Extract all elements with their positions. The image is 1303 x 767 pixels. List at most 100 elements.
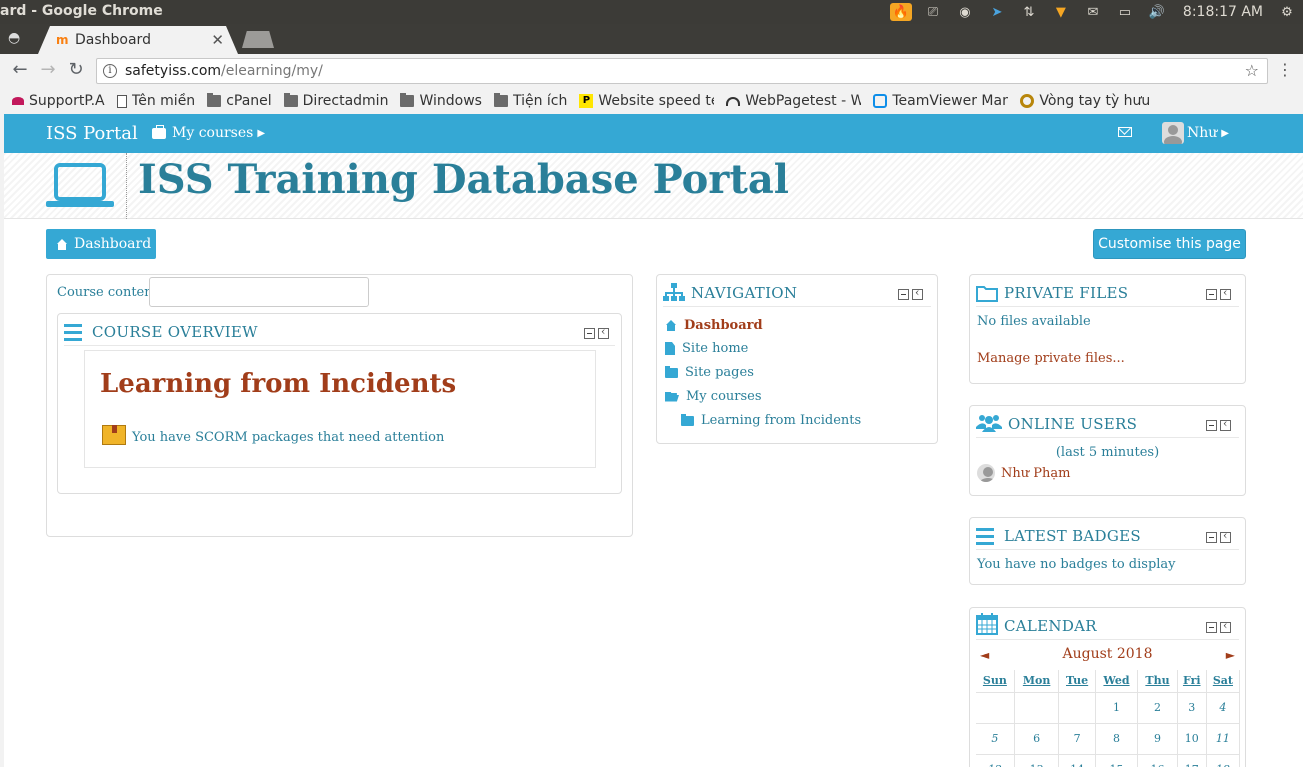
block-controls: [895, 286, 923, 300]
bookmark-item[interactable]: P Website speed te: [579, 93, 714, 109]
caret-right-icon: ▶: [257, 127, 266, 139]
chrome-menu-icon[interactable]: ⋮: [1277, 61, 1293, 79]
course-content-input[interactable]: [149, 277, 369, 307]
nav-item-site-pages[interactable]: Site pages: [665, 365, 754, 380]
telegram-icon[interactable]: ➤: [986, 3, 1008, 21]
calendar-day[interactable]: [976, 692, 1015, 724]
reload-icon[interactable]: ↻: [66, 60, 86, 80]
calendar-day[interactable]: 16: [1137, 754, 1178, 767]
bookmark-star-icon[interactable]: ☆: [1245, 61, 1259, 80]
list-icon: [976, 528, 998, 548]
clock[interactable]: 8:18:17 AM: [1183, 4, 1263, 20]
course-title-link[interactable]: Learning from Incidents: [100, 369, 456, 399]
system-tray: 🔥 ⎚ ◉ ➤ ⇅ ▼ ✉ ▭ 🔊 8:18:17 AM ⚙: [885, 0, 1303, 24]
manage-files-link[interactable]: Manage private files...: [977, 351, 1125, 366]
brand-link[interactable]: ISS Portal: [46, 123, 138, 144]
dock-icon[interactable]: [1220, 286, 1231, 300]
nav-item-course[interactable]: Learning from Incidents: [681, 413, 861, 428]
volume-icon[interactable]: 🔊: [1146, 3, 1168, 21]
tab-close-icon[interactable]: ✕: [211, 31, 224, 49]
home-icon: [56, 238, 68, 250]
dock-icon[interactable]: [1220, 417, 1231, 431]
new-tab-button[interactable]: [242, 31, 274, 48]
online-user-link[interactable]: Như Phạm: [1001, 466, 1070, 481]
calendar-day[interactable]: 14: [1058, 754, 1096, 767]
collapse-icon[interactable]: [898, 289, 909, 300]
calendar-day[interactable]: 9: [1137, 723, 1178, 755]
dock-icon[interactable]: [1220, 529, 1231, 543]
page-header: ISS Training Database Portal: [4, 153, 1303, 219]
address-bar[interactable]: i safetyiss.com/elearning/my/ ☆: [96, 58, 1268, 84]
collapse-icon[interactable]: [1206, 532, 1217, 543]
collapse-icon[interactable]: [1206, 622, 1217, 633]
weekday-header: Mon: [1014, 670, 1060, 693]
dashboard-button[interactable]: Dashboard: [46, 229, 156, 259]
weekday-header: Sat: [1206, 670, 1241, 693]
block-title: LATEST BADGES: [1004, 527, 1141, 545]
network-icon[interactable]: ⇅: [1018, 3, 1040, 21]
calendar-day[interactable]: 8: [1095, 723, 1139, 755]
scorm-notice-link[interactable]: You have SCORM packages that need attent…: [132, 430, 444, 445]
collapse-icon[interactable]: [1206, 420, 1217, 431]
bookmark-item[interactable]: SupportP.A: [12, 93, 105, 109]
calendar-day[interactable]: 18: [1206, 754, 1241, 767]
latest-badges-block: LATEST BADGES You have no badges to disp…: [969, 517, 1246, 585]
calendar-day[interactable]: [1058, 692, 1096, 724]
calendar-day[interactable]: 10: [1177, 723, 1207, 755]
battery-icon[interactable]: ▭: [1114, 3, 1136, 21]
calendar-day[interactable]: 17: [1177, 754, 1207, 767]
url-text[interactable]: safetyiss.com/elearning/my/: [125, 63, 323, 79]
dock-icon[interactable]: [598, 325, 609, 339]
tab-dashboard[interactable]: m Dashboard ✕: [38, 26, 238, 54]
customise-page-button[interactable]: Customise this page: [1093, 229, 1246, 259]
bookmark-item[interactable]: Windows: [400, 93, 482, 109]
site-info-icon[interactable]: i: [103, 64, 117, 78]
calendar-day[interactable]: 13: [1014, 754, 1060, 767]
calendar-day[interactable]: [1014, 692, 1060, 724]
calendar-day[interactable]: 5: [976, 723, 1015, 755]
calendar-day[interactable]: 6: [1014, 723, 1060, 755]
collapse-icon[interactable]: [584, 328, 595, 339]
block-title: NAVIGATION: [691, 284, 798, 302]
bookmark-item[interactable]: cPanel: [207, 93, 272, 109]
flame-icon[interactable]: 🔥: [889, 3, 912, 21]
block-header: COURSE OVERVIEW: [64, 320, 615, 346]
calendar-day[interactable]: 11: [1206, 723, 1241, 755]
calendar-day[interactable]: 12: [976, 754, 1015, 767]
calendar-day[interactable]: 1: [1095, 692, 1139, 724]
my-courses-menu[interactable]: My courses ▶: [152, 124, 266, 141]
mail-icon[interactable]: ✉: [1082, 3, 1104, 21]
nav-item-site-home[interactable]: Site home: [665, 341, 748, 356]
forward-arrow-icon[interactable]: →: [38, 60, 58, 80]
block-controls: [1203, 619, 1231, 633]
bookmark-item[interactable]: Vòng tay tỳ hưu: [1020, 93, 1150, 109]
dock-icon[interactable]: [912, 286, 923, 300]
messages-icon[interactable]: [1118, 127, 1132, 137]
weekday-header: Tue: [1058, 670, 1096, 693]
dock-icon[interactable]: [1220, 619, 1231, 633]
collapse-icon[interactable]: [1206, 289, 1217, 300]
calendar-day[interactable]: 7: [1058, 723, 1096, 755]
calendar-day[interactable]: 2: [1137, 692, 1178, 724]
settings-gear-icon[interactable]: ⚙: [1276, 3, 1298, 21]
folder-icon: [207, 93, 222, 107]
bookmark-item[interactable]: WebPagetest - W: [726, 93, 861, 109]
bookmark-item[interactable]: Tên miền: [116, 93, 195, 109]
calendar-day[interactable]: 15: [1095, 754, 1139, 767]
bookmark-item[interactable]: Tiện ích: [493, 93, 567, 109]
vlc-icon[interactable]: ▼: [1050, 3, 1072, 21]
folder-icon: [681, 413, 694, 426]
bookmark-item[interactable]: TeamViewer Man: [873, 93, 1008, 109]
nav-item-dashboard[interactable]: Dashboard: [665, 318, 763, 333]
folder-icon: [283, 93, 298, 107]
user-menu[interactable]: Như ▶: [1162, 122, 1229, 144]
calendar-day[interactable]: 3: [1177, 692, 1207, 724]
browser-toolbar: ← → ↻ i safetyiss.com/elearning/my/ ☆ ⋮: [0, 54, 1303, 88]
nav-item-my-courses[interactable]: My courses: [665, 389, 762, 404]
back-arrow-icon[interactable]: ←: [10, 60, 30, 80]
bookmark-item[interactable]: Directadmin: [283, 93, 388, 109]
remote-desktop-icon[interactable]: ⎚: [922, 3, 944, 21]
chrome-remote-icon[interactable]: ◉: [954, 3, 976, 21]
next-month-icon[interactable]: ►: [1226, 648, 1235, 662]
calendar-day[interactable]: 4: [1206, 692, 1241, 724]
